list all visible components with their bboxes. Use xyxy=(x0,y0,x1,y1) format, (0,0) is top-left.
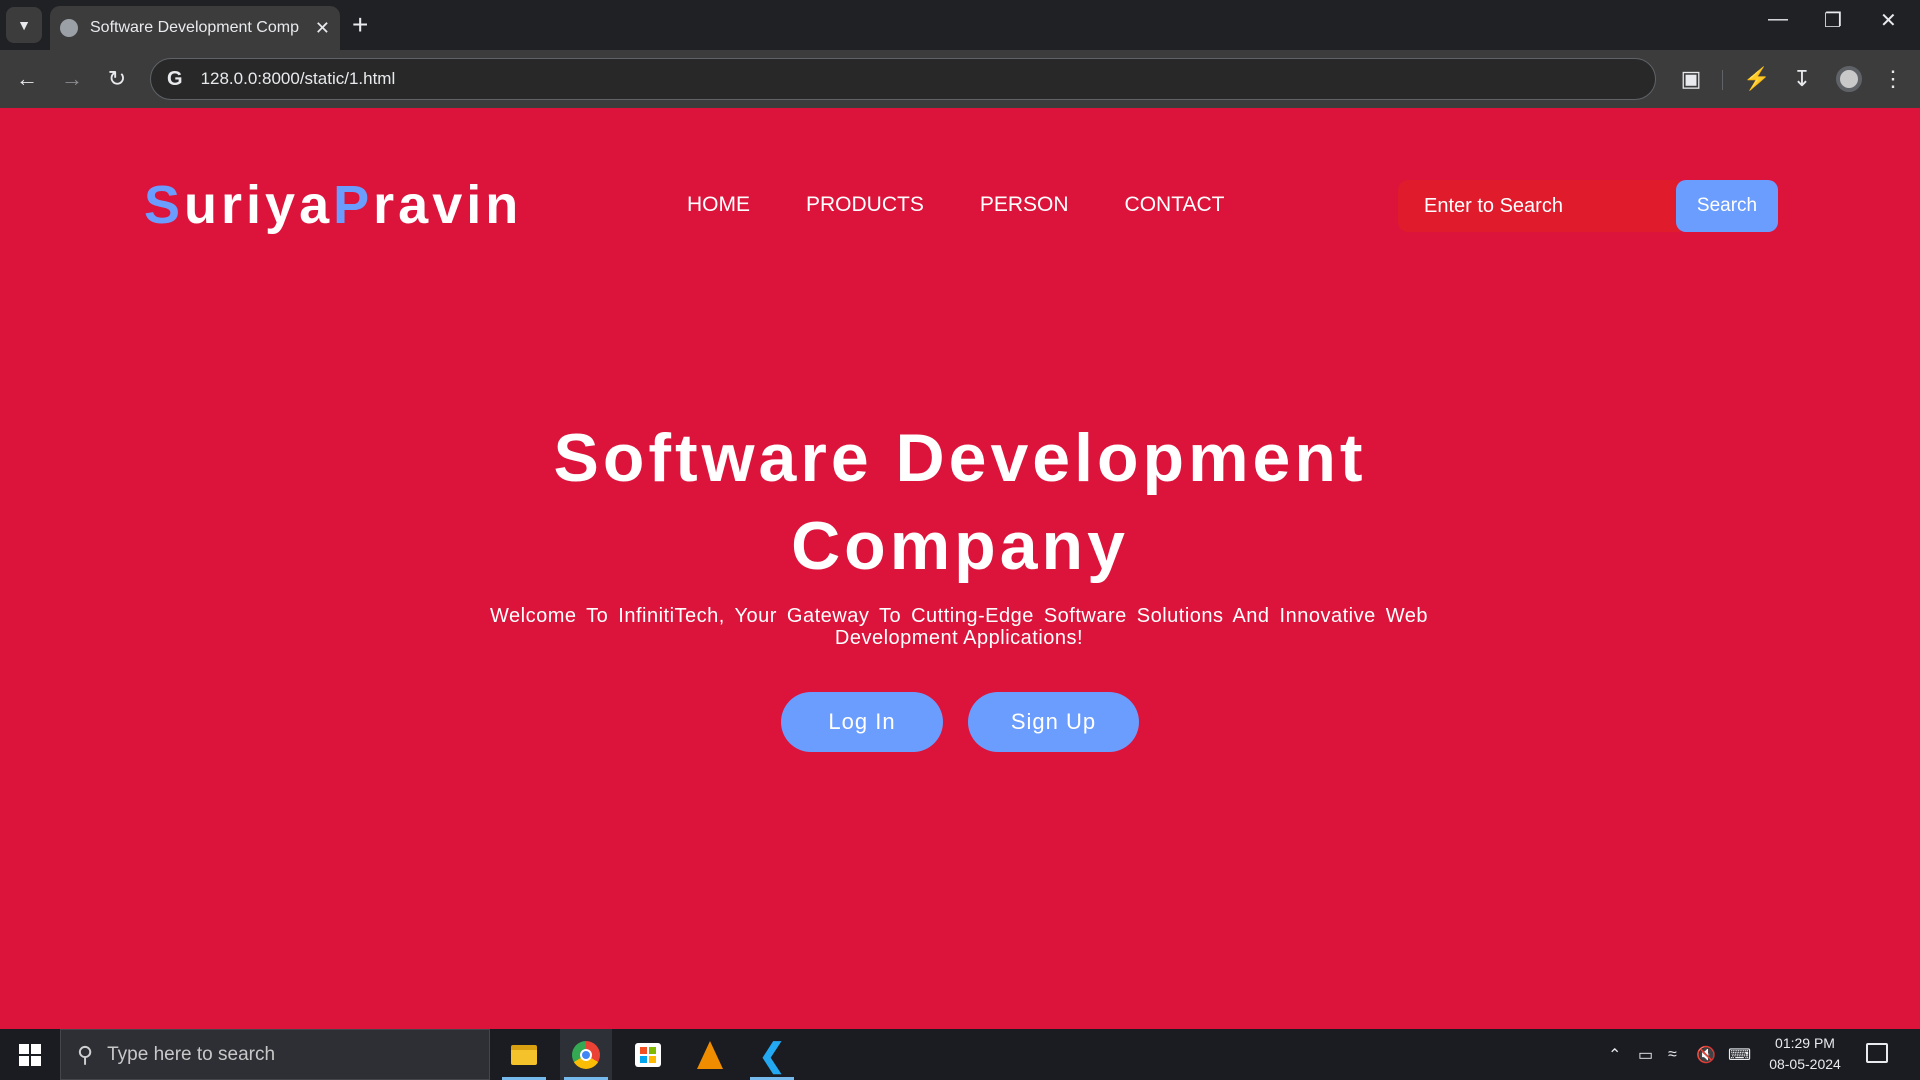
start-button[interactable] xyxy=(0,1029,60,1080)
taskbar-search[interactable]: ⚲ Type here to search xyxy=(60,1029,490,1080)
hero-title: Software Development Company xyxy=(0,414,1920,590)
vlc-icon xyxy=(697,1040,723,1069)
browser-toolbar: ← → ↻ G 128.0.0:8000/static/1.html ▣ ⚡ ↧… xyxy=(0,50,1920,108)
search-form: Search xyxy=(1398,180,1778,232)
site-info-icon[interactable]: G xyxy=(167,68,183,91)
battery-icon[interactable]: ▭ xyxy=(1638,1029,1653,1080)
logo-text-second: ravin xyxy=(373,175,523,235)
reload-icon[interactable]: ↻ xyxy=(102,64,132,94)
nav-contact[interactable]: CONTACT xyxy=(1125,193,1225,217)
search-input[interactable] xyxy=(1398,180,1680,232)
new-tab-button[interactable]: + xyxy=(352,10,368,40)
volume-muted-icon[interactable]: 🔇 xyxy=(1696,1029,1716,1080)
logo-initial-s: S xyxy=(144,175,185,235)
extensions-icon[interactable]: ▣ xyxy=(1676,66,1706,92)
clock-time: 01:29 PM xyxy=(1775,1035,1835,1051)
notifications-icon[interactable] xyxy=(1866,1043,1888,1063)
browser-tab-bar: ▼ Software Development Company ✕ + — ❐ ✕ xyxy=(0,0,1920,50)
taskbar: ⚲ Type here to search ❮ ⌃ ▭ ≈ 🔇 ⌨ 01:29 … xyxy=(0,1029,1920,1080)
hero-title-line2: Company xyxy=(791,508,1129,584)
web-page: SuriyaPravin HOME PRODUCTS PERSON CONTAC… xyxy=(0,108,1920,1029)
nav-products[interactable]: PRODUCTS xyxy=(806,193,924,217)
taskbar-vlc[interactable] xyxy=(684,1029,736,1080)
hero-title-line1: Software Development xyxy=(553,420,1367,496)
taskbar-microsoft-store[interactable] xyxy=(622,1029,674,1080)
restore-button[interactable]: ❐ xyxy=(1824,8,1842,33)
profile-avatar[interactable] xyxy=(1836,66,1862,92)
logo-initial-p: P xyxy=(333,175,374,235)
download-icon[interactable]: ↧ xyxy=(1787,66,1817,92)
taskbar-chrome[interactable] xyxy=(560,1029,612,1080)
tab-title: Software Development Company xyxy=(90,19,299,36)
toolbar-divider xyxy=(1722,70,1723,90)
menu-icon[interactable]: ⋮ xyxy=(1878,66,1908,92)
close-tab-icon[interactable]: ✕ xyxy=(315,18,330,39)
taskbar-search-placeholder: Type here to search xyxy=(107,1043,276,1065)
logo-text-first: uriya xyxy=(184,175,334,235)
taskbar-vscode[interactable]: ❮ xyxy=(746,1029,798,1080)
site-logo[interactable]: SuriyaPravin xyxy=(144,174,522,236)
url-text[interactable]: 128.0.0:8000/static/1.html xyxy=(201,69,396,89)
vscode-icon: ❮ xyxy=(758,1036,786,1073)
clock-date: 08-05-2024 xyxy=(1769,1056,1841,1072)
globe-icon xyxy=(60,19,78,37)
chrome-icon xyxy=(572,1040,600,1069)
browser-tab[interactable]: Software Development Company ✕ xyxy=(50,6,340,50)
system-clock[interactable]: 01:29 PM 08-05-2024 xyxy=(1760,1033,1850,1075)
forward-icon[interactable]: → xyxy=(57,64,87,94)
close-window-button[interactable]: ✕ xyxy=(1880,8,1897,33)
performance-icon[interactable]: ⚡ xyxy=(1742,66,1772,92)
main-nav: HOME PRODUCTS PERSON CONTACT xyxy=(687,193,1280,217)
minimize-button[interactable]: — xyxy=(1768,8,1788,31)
show-hidden-icons[interactable]: ⌃ xyxy=(1608,1029,1621,1080)
keyboard-icon[interactable]: ⌨ xyxy=(1728,1029,1751,1080)
nav-person[interactable]: PERSON xyxy=(980,193,1069,217)
taskbar-file-explorer[interactable] xyxy=(498,1029,550,1080)
wifi-icon[interactable]: ≈ xyxy=(1668,1029,1677,1080)
chevron-down-icon: ▼ xyxy=(17,17,31,33)
back-icon[interactable]: ← xyxy=(12,64,42,94)
login-button[interactable]: Log In xyxy=(781,692,943,752)
windows-icon xyxy=(19,1043,41,1066)
tab-search-button[interactable]: ▼ xyxy=(6,7,42,43)
hero-subtitle: Welcome To InfinitiTech, Your Gateway To… xyxy=(490,605,1428,649)
address-bar[interactable]: G 128.0.0:8000/static/1.html xyxy=(150,58,1656,100)
microsoft-store-icon xyxy=(635,1042,661,1067)
signup-button[interactable]: Sign Up xyxy=(968,692,1139,752)
search-icon: ⚲ xyxy=(77,1041,94,1067)
nav-home[interactable]: HOME xyxy=(687,193,750,217)
file-explorer-icon xyxy=(511,1044,537,1065)
hero-actions: Log In Sign Up xyxy=(781,692,1139,752)
search-button[interactable]: Search xyxy=(1676,180,1778,232)
